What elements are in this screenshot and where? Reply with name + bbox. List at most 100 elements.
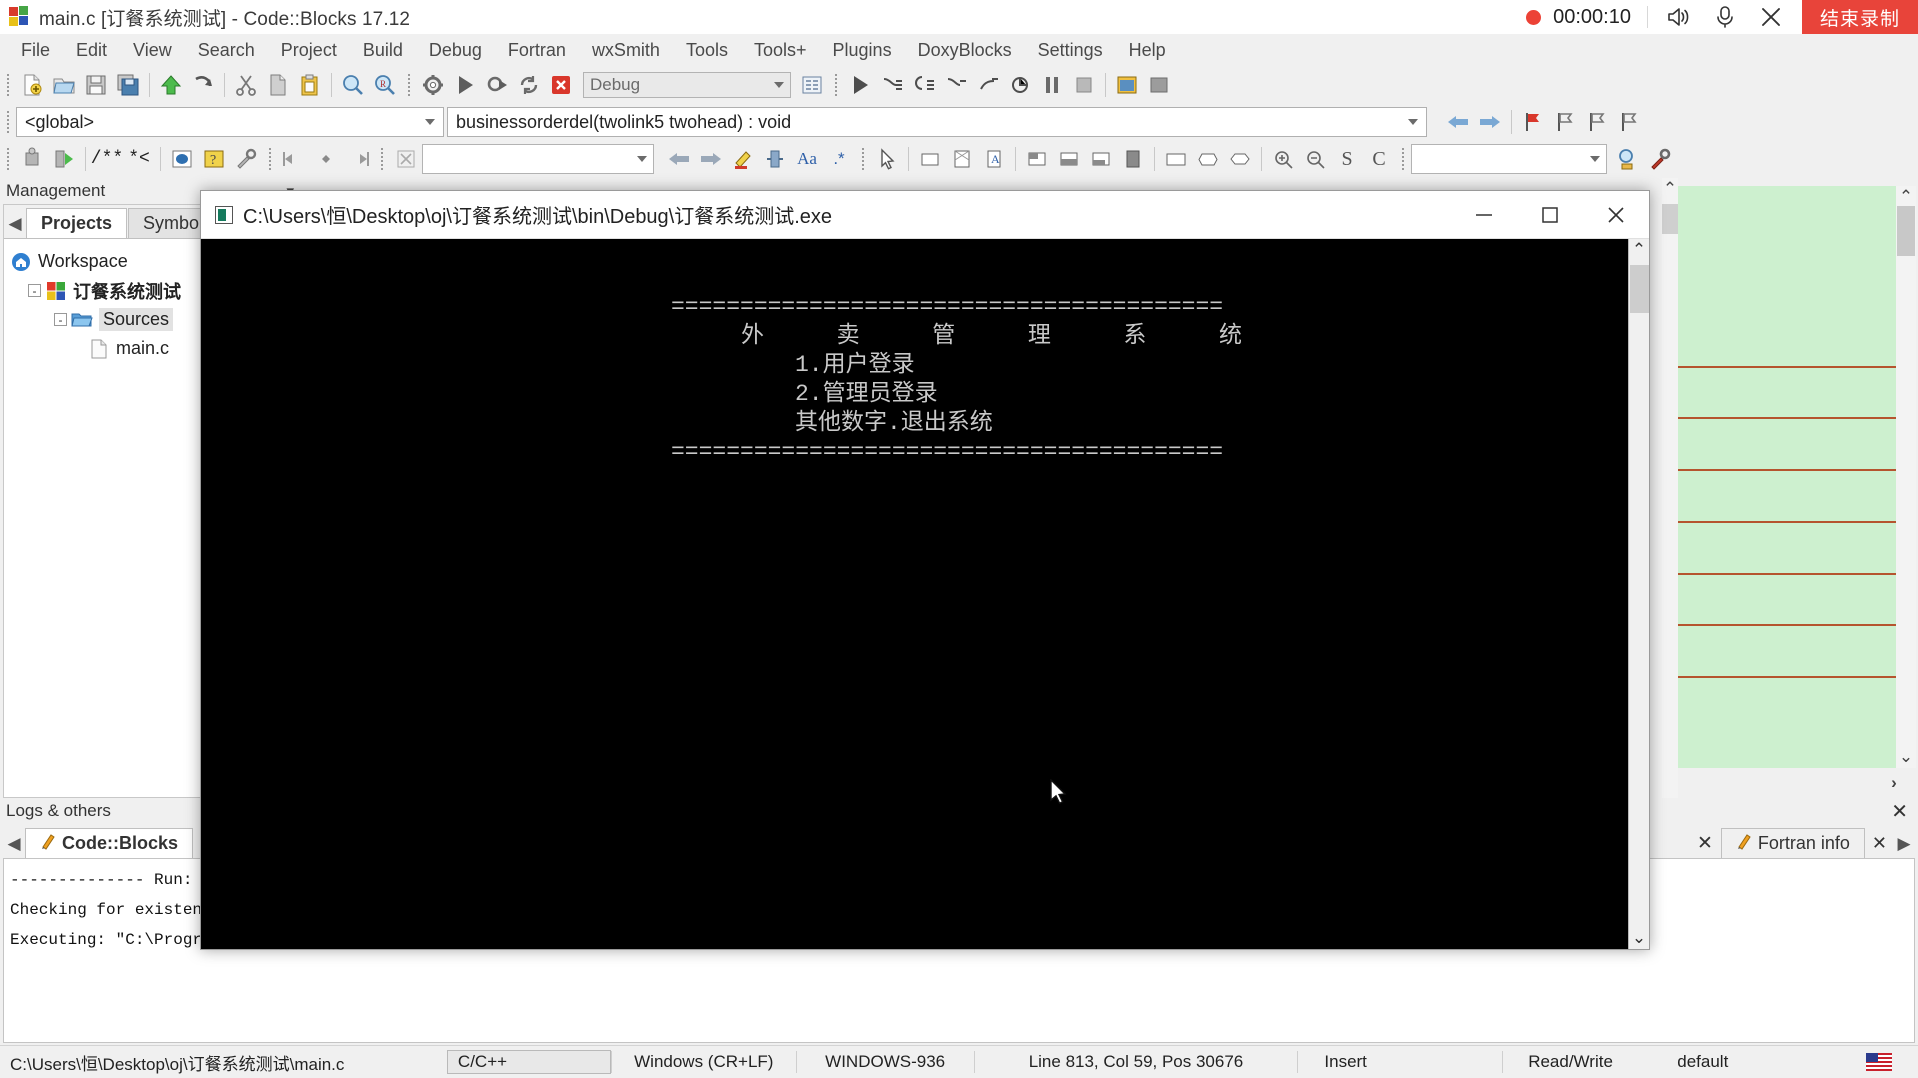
shape-round-icon[interactable] — [1193, 144, 1223, 174]
zoom-in-icon[interactable] — [1268, 144, 1298, 174]
console-scrollbar[interactable]: ⌃ ⌄ — [1628, 239, 1649, 949]
menu-plugins[interactable]: Plugins — [820, 37, 905, 64]
tab-codeblocks-log[interactable]: Code::Blocks — [25, 828, 194, 858]
debug-continue-icon[interactable] — [845, 70, 875, 100]
console-output-area[interactable]: ========================================… — [201, 239, 1628, 949]
menu-tools[interactable]: Tools — [673, 37, 741, 64]
jump-back-icon[interactable] — [1443, 107, 1473, 137]
tab-scroll-left-icon[interactable]: ◀ — [3, 830, 25, 858]
search-icon[interactable] — [1613, 144, 1643, 174]
shape-rect-icon[interactable] — [1161, 144, 1191, 174]
break-debugger-icon[interactable] — [1037, 70, 1067, 100]
paste-icon[interactable] — [295, 70, 325, 100]
bookmark-prev-icon[interactable] — [1550, 107, 1580, 137]
doxyblocks-comment-icon[interactable]: /** — [91, 144, 123, 174]
doxyblocks-help-icon[interactable]: ? — [199, 144, 229, 174]
symbol-c-icon[interactable]: C — [1364, 144, 1394, 174]
menu-doxyblocks[interactable]: DoxyBlocks — [905, 37, 1025, 64]
menu-settings[interactable]: Settings — [1025, 37, 1116, 64]
chevron-up-icon[interactable]: ⌃ — [1896, 186, 1916, 208]
jump-forward-icon[interactable] — [1475, 107, 1505, 137]
clear-icon[interactable] — [391, 144, 421, 174]
tab-scroll-left-icon[interactable]: ◀ — [4, 210, 26, 238]
layout-full-icon[interactable] — [1118, 144, 1148, 174]
toolbar-grip[interactable] — [4, 146, 13, 172]
menu-debug[interactable]: Debug — [416, 37, 495, 64]
tab-fortran-info[interactable]: Fortran info — [1720, 828, 1865, 858]
speaker-icon[interactable] — [1664, 2, 1694, 32]
next-icon[interactable] — [696, 144, 726, 174]
marker-icon[interactable] — [311, 144, 341, 174]
save-all-icon[interactable] — [113, 70, 143, 100]
various-info-icon[interactable] — [1144, 70, 1174, 100]
menu-help[interactable]: Help — [1116, 37, 1179, 64]
chevron-up-icon[interactable]: ⌃ — [1629, 239, 1649, 261]
toolbar-grip[interactable] — [266, 146, 275, 172]
debugging-windows-icon[interactable] — [1112, 70, 1142, 100]
tab-scroll-right-icon[interactable]: ▶ — [1893, 830, 1915, 858]
frame-icon[interactable]: A — [979, 144, 1009, 174]
step-into-icon[interactable] — [909, 70, 939, 100]
symbol-s-icon[interactable]: S — [1332, 144, 1362, 174]
scrollbar-thumb[interactable] — [1897, 206, 1915, 256]
toolbar-grip[interactable] — [859, 146, 868, 172]
toolbar-grip[interactable] — [832, 72, 841, 98]
build-icon[interactable] — [418, 70, 448, 100]
toolbar-grip[interactable] — [405, 72, 414, 98]
toolbar-grip[interactable] — [378, 146, 387, 172]
jump-back-icon[interactable] — [279, 144, 309, 174]
menu-view[interactable]: View — [120, 37, 185, 64]
chevron-down-icon[interactable]: ⌄ — [1896, 746, 1916, 768]
toolbar-grip[interactable] — [4, 72, 13, 98]
editor-vertical-scrollbar[interactable]: ⌃ ⌄ — [1896, 186, 1916, 768]
status-language[interactable]: C/C++ — [446, 1050, 611, 1074]
new-file-icon[interactable] — [17, 70, 47, 100]
close-icon[interactable] — [1583, 191, 1649, 238]
build-options-icon[interactable] — [797, 70, 827, 100]
layout-split-icon[interactable] — [1086, 144, 1116, 174]
find-input[interactable] — [1411, 144, 1607, 174]
microphone-icon[interactable] — [1710, 2, 1740, 32]
menu-build[interactable]: Build — [350, 37, 416, 64]
chevron-up-icon[interactable]: ⌃ — [1662, 178, 1678, 200]
save-icon[interactable] — [81, 70, 111, 100]
code-editor-surface[interactable] — [1678, 186, 1896, 768]
compile-run-icon[interactable] — [49, 144, 79, 174]
menu-file[interactable]: File — [8, 37, 63, 64]
highlight-icon[interactable] — [728, 144, 758, 174]
cut-icon[interactable] — [231, 70, 261, 100]
chevron-down-icon[interactable]: ⌄ — [1629, 927, 1649, 949]
tree-toggle[interactable]: - — [54, 313, 67, 326]
namespace-combo[interactable]: <global> — [16, 107, 444, 137]
chevron-right-icon[interactable]: › — [1884, 772, 1904, 794]
wildcard-icon[interactable]: .* — [824, 144, 854, 174]
console-window[interactable]: C:\Users\恒\Desktop\oj\订餐系统测试\bin\Debug\订… — [200, 190, 1650, 950]
doxyblocks-config-icon[interactable] — [231, 144, 261, 174]
close-tab-icon[interactable]: ✕ — [1866, 828, 1893, 858]
step-into-instruction-icon[interactable] — [1005, 70, 1035, 100]
next-instruction-icon[interactable] — [973, 70, 1003, 100]
menu-fortran[interactable]: Fortran — [495, 37, 579, 64]
toggle-icon[interactable] — [760, 144, 790, 174]
close-recorder-icon[interactable] — [1756, 2, 1786, 32]
layout-bottom-icon[interactable] — [1054, 144, 1084, 174]
font-icon[interactable]: Aa — [792, 144, 822, 174]
pointer-icon[interactable] — [872, 144, 902, 174]
console-title-bar[interactable]: C:\Users\恒\Desktop\oj\订餐系统测试\bin\Debug\订… — [201, 191, 1649, 239]
stop-debugger-icon[interactable] — [1069, 70, 1099, 100]
scrollbar-thumb[interactable] — [1630, 265, 1649, 313]
dialog-icon[interactable] — [947, 144, 977, 174]
scrollbar-thumb[interactable] — [1662, 204, 1678, 234]
stop-recording-button[interactable]: 结束录制 — [1801, 0, 1918, 34]
toolbar-grip[interactable] — [4, 109, 13, 135]
rebuild-icon[interactable] — [514, 70, 544, 100]
menu-wxsmith[interactable]: wxSmith — [579, 37, 673, 64]
find-icon[interactable] — [338, 70, 368, 100]
editor-horizontal-scrollbar[interactable]: › — [1678, 770, 1916, 796]
search-input[interactable] — [422, 144, 654, 174]
abort-icon[interactable] — [546, 70, 576, 100]
tree-toggle[interactable]: - — [28, 284, 41, 297]
menu-edit[interactable]: Edit — [63, 37, 120, 64]
next-line-icon[interactable] — [877, 70, 907, 100]
zoom-out-icon[interactable] — [1300, 144, 1330, 174]
